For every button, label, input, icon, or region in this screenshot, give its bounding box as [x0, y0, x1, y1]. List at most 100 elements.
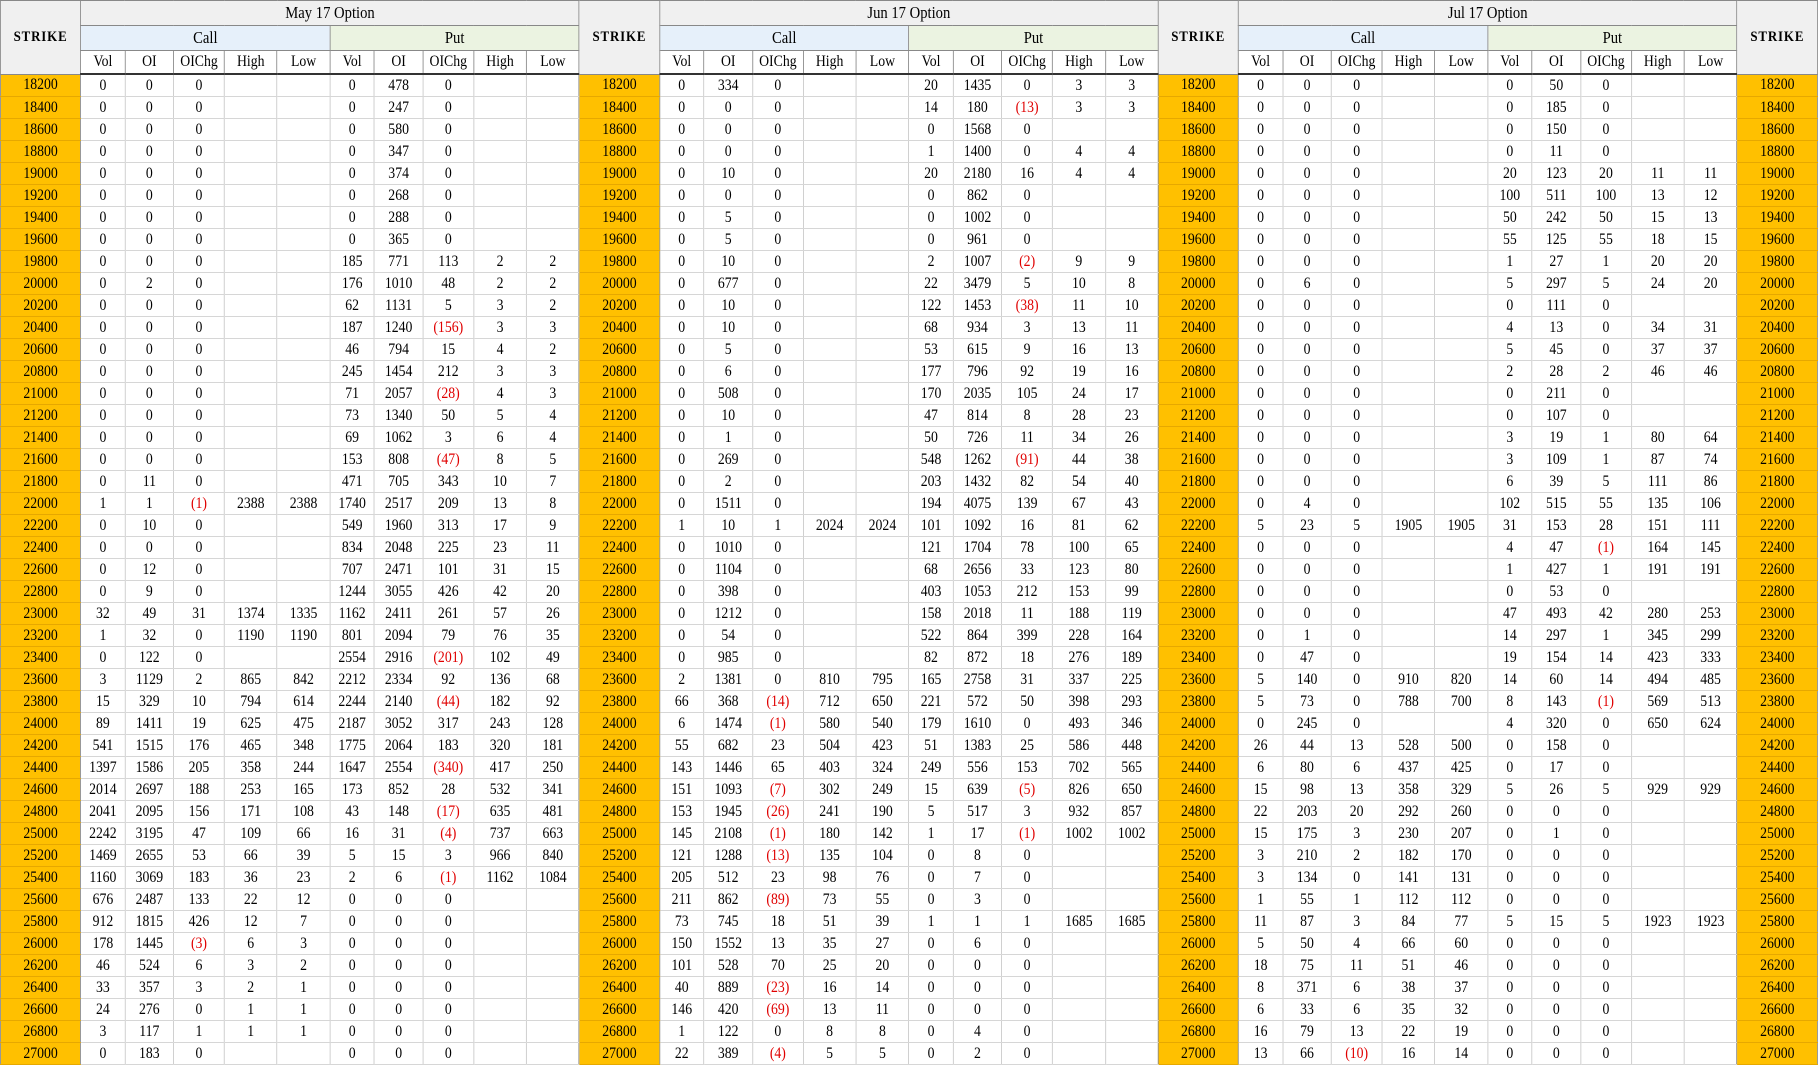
put-oi-cell: 3: [952, 888, 1002, 911]
call-high-cell: [223, 74, 278, 97]
strike-cell: 21200: [578, 404, 661, 427]
call-oi-cell: 1552: [703, 932, 753, 955]
put-vol-cell: 403: [908, 580, 954, 603]
put-vol-cell: 179: [908, 712, 954, 735]
call-low-cell: 165: [276, 778, 330, 801]
put-high-cell: 34: [1052, 426, 1106, 449]
table-row: 22800 0 9 0 1244 3055 426 42 20 22800 0 398 0 403 1053…: [0, 580, 1818, 603]
call-low-cell: [855, 580, 909, 603]
call-low-cell: 425: [1434, 756, 1488, 779]
call-oichg-cell: 11: [1330, 954, 1383, 977]
call-oichg-cell: 0: [1330, 162, 1383, 185]
put-oi-cell: 50: [1531, 74, 1581, 97]
put-oichg-cell: 0: [1001, 998, 1053, 1021]
call-vol-cell: 1397: [80, 756, 126, 779]
call-oichg-cell: 0: [173, 74, 225, 97]
put-oi-cell: 15: [373, 844, 423, 867]
put-high-cell: 493: [1052, 712, 1106, 735]
put-low-cell: [525, 184, 580, 207]
column-header-low: Low: [1434, 50, 1488, 75]
call-high-cell: [223, 646, 278, 669]
put-oichg-cell: 0: [422, 162, 474, 185]
put-high-cell: [1052, 118, 1106, 141]
put-high-cell: 1002: [1052, 822, 1106, 845]
call-vol-cell: 0: [659, 404, 704, 427]
strike-cell: 23600: [1736, 668, 1818, 691]
put-oichg-cell: 0: [1001, 228, 1053, 251]
put-oichg-cell: 42: [1580, 602, 1632, 625]
call-oichg-cell: 0: [1330, 74, 1383, 97]
put-high-cell: 153: [1052, 580, 1106, 603]
strike-header: STRIKE: [1736, 0, 1818, 75]
strike-cell: 18600: [0, 118, 82, 141]
call-high-cell: [223, 338, 278, 361]
put-vol-cell: 0: [908, 1042, 954, 1065]
call-low-cell: [855, 250, 909, 273]
call-oi-cell: 0: [124, 118, 174, 141]
put-low-cell: [1104, 1042, 1159, 1065]
put-oi-cell: 0: [1531, 1042, 1581, 1065]
call-oichg-cell: 0: [173, 404, 225, 427]
call-low-cell: 190: [855, 800, 909, 823]
put-oichg-cell: 31: [1001, 668, 1053, 691]
strike-cell: 26600: [0, 998, 82, 1021]
strike-cell: 22000: [1157, 492, 1239, 515]
strike-cell: 27000: [578, 1042, 661, 1065]
call-oichg-cell: 0: [173, 118, 225, 141]
put-vol-cell: 0: [908, 976, 954, 999]
put-low-cell: 189: [1104, 646, 1159, 669]
put-oichg-cell: (13): [1001, 96, 1053, 119]
call-header: Call: [659, 25, 909, 51]
call-oi-cell: 0: [124, 536, 174, 559]
column-header-oichg: OIChg: [1330, 50, 1383, 75]
put-vol-cell: 5: [1487, 910, 1533, 933]
put-vol-cell: 2187: [329, 712, 375, 735]
put-vol-cell: 0: [908, 866, 954, 889]
column-header-vol: Vol: [1237, 50, 1283, 75]
put-oi-cell: 794: [373, 338, 423, 361]
call-high-cell: [1381, 712, 1435, 735]
column-header-oi: OI: [703, 50, 753, 75]
call-low-cell: [276, 162, 330, 185]
put-oi-cell: 297: [1531, 272, 1581, 295]
call-high-cell: [223, 294, 278, 317]
table-row: 25200 1469 2655 53 66 39 5 15 3 966 840 25200 121 128…: [0, 844, 1818, 867]
put-low-cell: 46: [1683, 360, 1738, 383]
table-row: 18200 0 0 0 0 478 0 18200 0 334 0 20 1435 0 3 3 18200 0 0 0…: [0, 74, 1818, 97]
call-oi-cell: 9: [124, 580, 174, 603]
table-row: 23200 1 32 0 1190 1190 801 2094 79 76 35 23200 0 54 0 5…: [0, 624, 1818, 647]
call-vol-cell: 0: [1237, 624, 1283, 647]
put-oichg-cell: 139: [1001, 492, 1053, 515]
strike-cell: 25200: [1736, 844, 1818, 867]
call-oi-cell: 134: [1282, 866, 1332, 889]
strike-cell: 19400: [0, 206, 82, 229]
put-oi-cell: 154: [1531, 646, 1581, 669]
call-oichg-cell: (14): [752, 690, 804, 713]
call-oichg-cell: 0: [752, 228, 804, 251]
put-vol-cell: 68: [908, 558, 954, 581]
put-low-cell: 346: [1104, 712, 1159, 735]
put-oichg-cell: 0: [422, 954, 474, 977]
call-vol-cell: 0: [659, 162, 704, 185]
call-high-cell: [1381, 646, 1435, 669]
call-low-cell: 8: [855, 1020, 909, 1043]
strike-cell: 22600: [578, 558, 661, 581]
table-row: 23000 32 49 31 1374 1335 1162 2411 261 57 26 23000 0…: [0, 602, 1818, 625]
put-low-cell: 2: [525, 338, 580, 361]
call-low-cell: 66: [276, 822, 330, 845]
put-oichg-cell: 343: [422, 470, 474, 493]
call-low-cell: [1434, 272, 1488, 295]
call-low-cell: [1434, 580, 1488, 603]
put-vol-cell: 5: [329, 844, 375, 867]
put-low-cell: 1002: [1104, 822, 1159, 845]
put-oichg-cell: 55: [1580, 492, 1632, 515]
call-oichg-cell: 65: [752, 756, 804, 779]
call-vol-cell: 73: [659, 910, 704, 933]
table-row: 20800 0 0 0 245 1454 212 3 3 20800 0 6 0 177 796 92 19 16…: [0, 360, 1818, 383]
put-oi-cell: 1053: [952, 580, 1002, 603]
put-oichg-cell: 0: [1001, 184, 1053, 207]
put-oichg-cell: 0: [422, 888, 474, 911]
put-high-cell: [473, 888, 527, 911]
strike-cell: 27000: [1157, 1042, 1239, 1065]
call-high-cell: [223, 470, 278, 493]
